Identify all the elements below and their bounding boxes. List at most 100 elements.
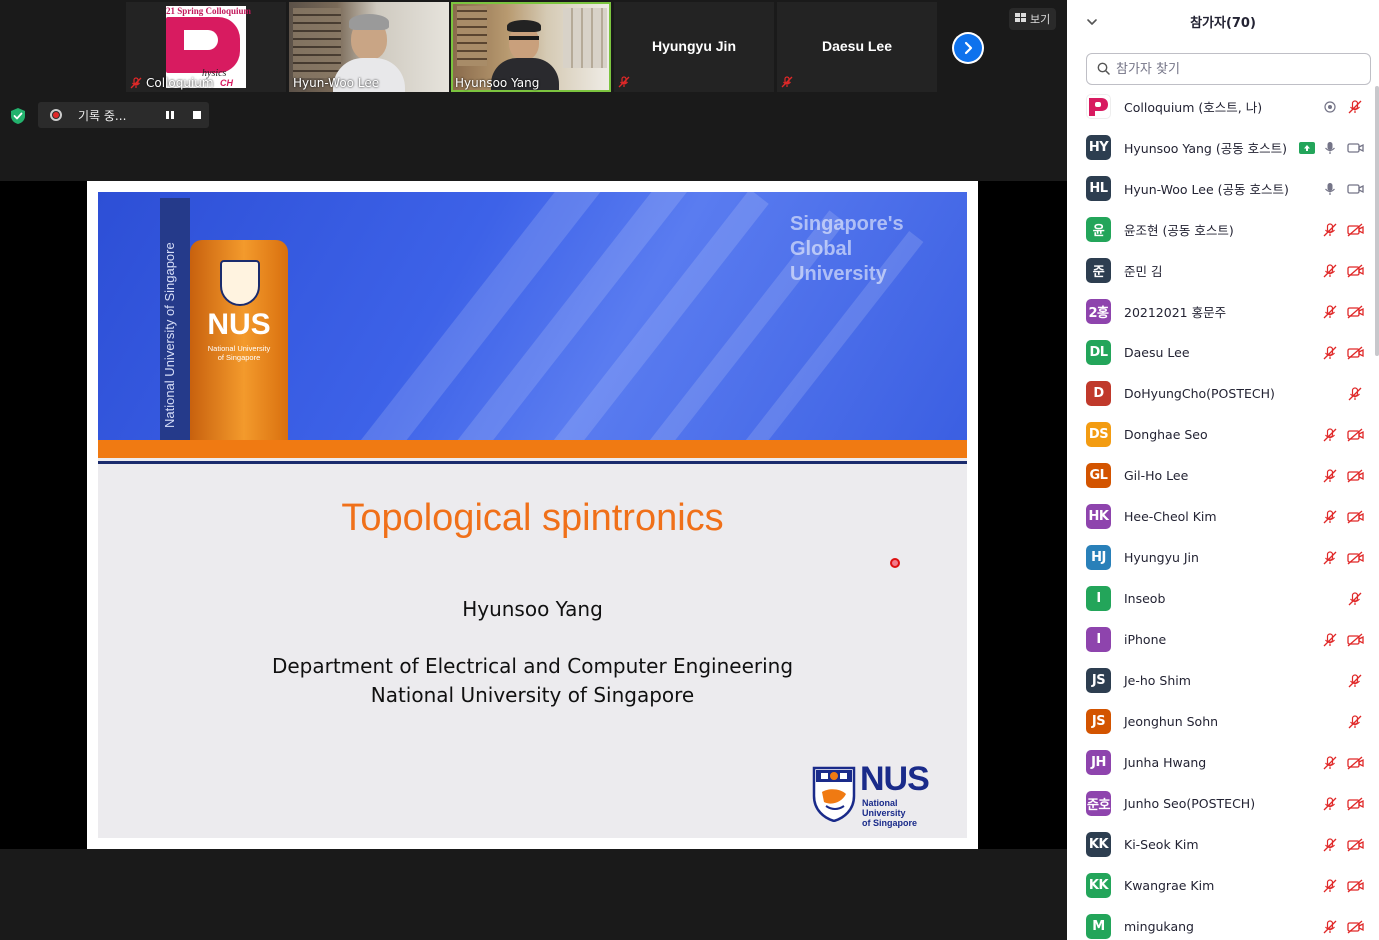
- participant-row[interactable]: 준호 Junho Seo(POSTECH): [1067, 783, 1379, 824]
- participant-row[interactable]: I Inseob: [1067, 578, 1379, 619]
- logo-sub-line: of Singapore: [862, 818, 918, 828]
- search-input[interactable]: [1116, 61, 1356, 77]
- slide-affiliation: Department of Electrical and Computer En…: [98, 652, 967, 710]
- participant-row[interactable]: IiPhone: [1067, 619, 1379, 660]
- participant-row[interactable]: HK Hee-Cheol Kim: [1067, 496, 1379, 537]
- video-off-icon[interactable]: [1346, 467, 1364, 485]
- video-off-icon[interactable]: [1346, 508, 1364, 526]
- tile-name-overlay: Hyunsoo Yang: [455, 76, 539, 90]
- mic-muted-icon[interactable]: [1321, 795, 1339, 813]
- chevron-right-icon: [954, 34, 982, 62]
- mic-muted-icon[interactable]: [1321, 549, 1339, 567]
- avatar: HK: [1086, 504, 1111, 529]
- mic-muted-icon[interactable]: [1321, 303, 1339, 321]
- participant-name: mingukang: [1124, 919, 1194, 934]
- video-off-icon[interactable]: [1346, 877, 1364, 895]
- participant-row[interactable]: DS Donghae Seo: [1067, 414, 1379, 455]
- video-off-icon[interactable]: [1346, 426, 1364, 444]
- mic-muted-icon[interactable]: [1346, 590, 1364, 608]
- participant-row[interactable]: 윤 윤조현 (공동 호스트): [1067, 209, 1379, 250]
- video-off-icon[interactable]: [1346, 303, 1364, 321]
- participant-row[interactable]: HL Hyun-Woo Lee (공동 호스트): [1067, 168, 1379, 209]
- video-tile-hyungyu-jin[interactable]: Hyungyu Jin: [614, 2, 774, 92]
- mic-muted-icon[interactable]: [1321, 754, 1339, 772]
- mic-muted-icon[interactable]: [1321, 467, 1339, 485]
- pause-recording-button[interactable]: [163, 108, 177, 122]
- video-off-icon[interactable]: [1346, 221, 1364, 239]
- slide-tagline: Singapore's Global University: [790, 212, 904, 287]
- video-camera-icon[interactable]: [1346, 180, 1364, 198]
- mic-muted-icon[interactable]: [1346, 713, 1364, 731]
- participant-row[interactable]: KK Ki-Seok Kim: [1067, 824, 1379, 865]
- video-off-icon[interactable]: [1346, 918, 1364, 936]
- video-off-icon[interactable]: [1346, 262, 1364, 280]
- participant-name: 20212021 홍문주: [1124, 305, 1227, 320]
- nus-sign-image: National University of Singapore NUS Nat…: [160, 198, 288, 440]
- logo-word: NUS: [860, 760, 930, 798]
- tile-name-overlay: Hyun-Woo Lee: [293, 76, 379, 90]
- slide-author: Hyunsoo Yang: [462, 597, 603, 621]
- tagline-line: Singapore's: [790, 213, 904, 235]
- video-off-icon[interactable]: [1346, 754, 1364, 772]
- recording-label: 기록 중...: [78, 108, 127, 123]
- slide-orange-bar: [98, 440, 967, 458]
- participant-name: Donghae Seo: [1124, 427, 1208, 442]
- participant-row[interactable]: JS Je-ho Shim: [1067, 660, 1379, 701]
- video-tile-daesu-lee[interactable]: Daesu Lee: [777, 2, 937, 92]
- video-off-icon[interactable]: [1346, 344, 1364, 362]
- mic-muted-icon[interactable]: [1321, 426, 1339, 444]
- video-camera-icon[interactable]: [1346, 139, 1364, 157]
- nus-logo: NUS National University of Singapore: [812, 760, 942, 828]
- slide-institution: National University of Singapore: [370, 683, 695, 707]
- video-tile-hyun-woo-lee[interactable]: Hyun-Woo Lee: [289, 2, 449, 92]
- mic-muted-icon[interactable]: [1321, 918, 1339, 936]
- participant-row[interactable]: KK Kwangrae Kim: [1067, 865, 1379, 906]
- mic-muted-icon[interactable]: [1321, 631, 1339, 649]
- participant-row[interactable]: 준 준민 김: [1067, 250, 1379, 291]
- avatar: I: [1086, 627, 1111, 652]
- mic-muted-icon[interactable]: [1346, 672, 1364, 690]
- tile-center-name: Hyungyu Jin: [651, 38, 736, 54]
- video-off-icon[interactable]: [1346, 795, 1364, 813]
- participant-row[interactable]: DL Daesu Lee: [1067, 332, 1379, 373]
- record-status-icon[interactable]: [1321, 98, 1339, 116]
- video-off-icon[interactable]: [1346, 631, 1364, 649]
- mic-muted-icon[interactable]: [1321, 344, 1339, 362]
- video-off-icon[interactable]: [1346, 836, 1364, 854]
- search-icon: [1097, 60, 1110, 79]
- participant-row[interactable]: P Colloquium (호스트, 나): [1067, 86, 1379, 127]
- logo-sub-line: National University: [862, 798, 906, 818]
- participant-row[interactable]: Mmingukang: [1067, 906, 1379, 940]
- participant-row[interactable]: HY Hyunsoo Yang (공동 호스트): [1067, 127, 1379, 168]
- participant-row[interactable]: 2홍 20212021 홍문주: [1067, 291, 1379, 332]
- tagline-line: Global: [790, 238, 853, 260]
- mic-muted-icon[interactable]: [1321, 877, 1339, 895]
- participant-row[interactable]: GL Gil-Ho Lee: [1067, 455, 1379, 496]
- mic-icon[interactable]: [1321, 139, 1339, 157]
- mic-muted-icon[interactable]: [1346, 385, 1364, 403]
- mic-muted-icon[interactable]: [1346, 98, 1364, 116]
- participant-name: Daesu Lee: [1124, 345, 1190, 360]
- mic-icon[interactable]: [1321, 180, 1339, 198]
- participant-name: Hyun-Woo Lee (공동 호스트): [1124, 182, 1289, 197]
- avatar: DS: [1086, 422, 1111, 447]
- participant-row[interactable]: JH Junha Hwang: [1067, 742, 1379, 783]
- next-page-button[interactable]: [952, 32, 984, 64]
- stop-recording-button[interactable]: [190, 108, 204, 122]
- video-tile-hyunsoo-yang[interactable]: Hyunsoo Yang: [451, 2, 611, 92]
- mic-muted-icon[interactable]: [1321, 221, 1339, 239]
- mic-muted-icon[interactable]: [1321, 262, 1339, 280]
- participant-row[interactable]: D DoHyungCho(POSTECH): [1067, 373, 1379, 414]
- mic-muted-icon[interactable]: [1321, 836, 1339, 854]
- tile-name-overlay: Colloquium: [130, 76, 214, 90]
- participant-row[interactable]: HJ Hyungyu Jin: [1067, 537, 1379, 578]
- participant-row[interactable]: JS Jeonghun Sohn: [1067, 701, 1379, 742]
- video-off-icon[interactable]: [1346, 549, 1364, 567]
- logo-letter: P: [166, 14, 240, 25]
- mic-muted-icon[interactable]: [1321, 508, 1339, 526]
- participant-search[interactable]: [1086, 53, 1371, 85]
- view-button[interactable]: 보기: [1009, 8, 1057, 30]
- panel-scrollbar[interactable]: [1375, 86, 1379, 356]
- video-tile-colloquium[interactable]: 21 Spring Colloquium P hysics CH Colloqu…: [126, 2, 286, 92]
- security-shield-icon[interactable]: [9, 107, 27, 125]
